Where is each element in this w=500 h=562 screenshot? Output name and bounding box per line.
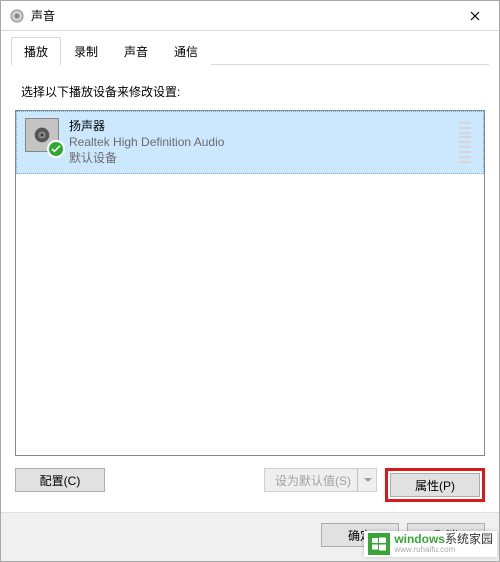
tabs-container: 播放 录制 声音 通信 bbox=[1, 31, 499, 65]
level-meter bbox=[459, 122, 471, 163]
chevron-down-icon bbox=[357, 469, 372, 491]
window-title: 声音 bbox=[31, 7, 455, 24]
default-check-icon bbox=[47, 140, 65, 158]
device-description: Realtek High Definition Audio bbox=[69, 134, 224, 150]
sound-app-icon bbox=[9, 8, 25, 24]
device-text: 扬声器 Realtek High Definition Audio 默认设备 bbox=[69, 118, 224, 167]
close-button[interactable] bbox=[455, 2, 495, 30]
device-status: 默认设备 bbox=[69, 150, 224, 166]
device-icon-wrap bbox=[25, 118, 61, 154]
properties-button[interactable]: 属性(P) bbox=[390, 473, 480, 497]
tab-content: 选择以下播放设备来修改设置: 扬声器 Realtek High Definiti… bbox=[1, 65, 499, 512]
device-item[interactable]: 扬声器 Realtek High Definition Audio 默认设备 bbox=[16, 111, 484, 174]
watermark-url: www.ruhaifu.com bbox=[394, 546, 493, 555]
configure-button[interactable]: 配置(C) bbox=[15, 468, 105, 492]
tab-playback[interactable]: 播放 bbox=[11, 37, 61, 65]
watermark: windows系统家园 www.ruhaifu.com bbox=[364, 531, 497, 557]
action-button-row: 配置(C) 设为默认值(S) 属性(P) bbox=[15, 468, 485, 502]
tab-strip: 播放 录制 声音 通信 bbox=[11, 36, 489, 65]
tab-recording[interactable]: 录制 bbox=[61, 37, 111, 65]
device-list[interactable]: 扬声器 Realtek High Definition Audio 默认设备 bbox=[15, 110, 485, 456]
instruction-text: 选择以下播放设备来修改设置: bbox=[21, 83, 485, 100]
tab-communications[interactable]: 通信 bbox=[161, 37, 211, 65]
highlight-annotation: 属性(P) bbox=[385, 468, 485, 502]
windows-logo-icon bbox=[368, 533, 390, 555]
sound-dialog: 声音 播放 录制 声音 通信 选择以下播放设备来修改设置: bbox=[0, 0, 500, 562]
titlebar: 声音 bbox=[1, 1, 499, 31]
tab-sounds[interactable]: 声音 bbox=[111, 37, 161, 65]
set-default-button[interactable]: 设为默认值(S) bbox=[264, 468, 377, 492]
device-name: 扬声器 bbox=[69, 118, 224, 134]
